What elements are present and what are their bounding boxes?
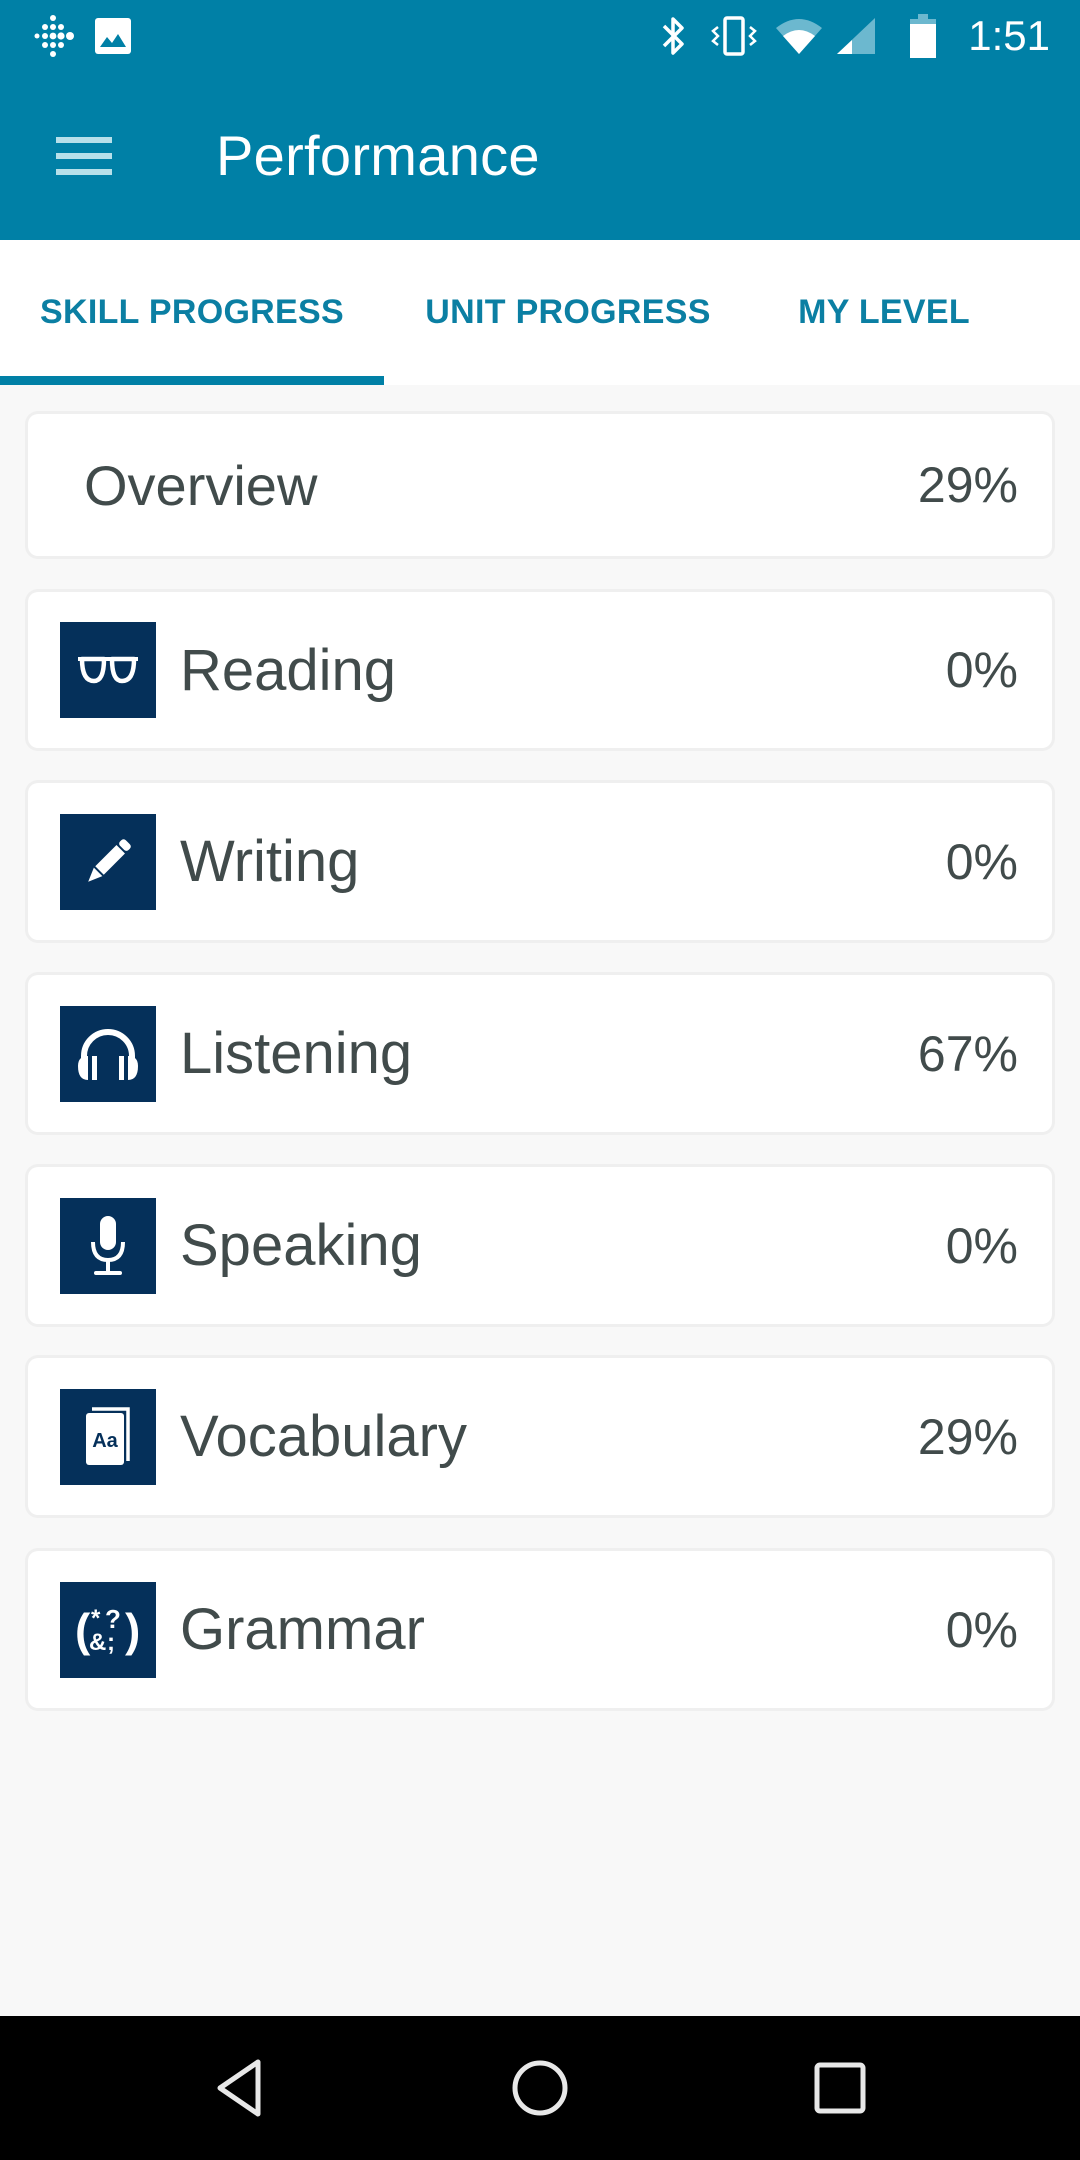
skill-percent: 29%: [917, 1408, 1018, 1465]
skill-label: Grammar: [180, 1597, 425, 1662]
hamburger-menu-icon[interactable]: [28, 116, 140, 196]
bluetooth-icon: [656, 0, 692, 72]
page-title: Performance: [216, 124, 540, 187]
skill-label: Listening: [180, 1021, 413, 1086]
overview-card[interactable]: Overview 29%: [28, 414, 1052, 556]
svg-text:Aa: Aa: [92, 1430, 118, 1452]
skill-percent: 67%: [917, 1025, 1018, 1082]
microphone-icon: [60, 1197, 156, 1294]
tab-my-level[interactable]: MY LEVEL: [752, 240, 1016, 385]
skill-label: Reading: [180, 637, 397, 703]
skill-card-listening[interactable]: Listening 67%: [28, 975, 1052, 1132]
skill-card-grammar[interactable]: ( * ? & ; ) Grammar 0%: [28, 1551, 1052, 1708]
skill-label: Vocabulary: [180, 1404, 467, 1469]
overview-percent: 29%: [917, 457, 1018, 513]
headphones-icon: [60, 1005, 156, 1102]
wifi-icon: [774, 0, 824, 72]
selected-tab-indicator: [0, 376, 384, 385]
skill-card-writing[interactable]: Writing 0%: [28, 783, 1052, 940]
dictionary-book-icon: Aa: [60, 1388, 156, 1485]
skill-label: Writing: [180, 829, 360, 894]
cell-signal-icon: [836, 0, 878, 72]
system-nav-bar: [0, 2016, 1080, 2160]
overview-label: Overview: [84, 453, 318, 517]
grammar-symbols-icon: ( * ? & ; ): [60, 1581, 156, 1678]
skill-label: Speaking: [180, 1213, 422, 1278]
svg-text:*: *: [91, 1605, 101, 1632]
tab-skill-progress[interactable]: SKILL PROGRESS: [0, 240, 384, 385]
svg-text:&: &: [89, 1629, 106, 1656]
glasses-icon: [60, 622, 156, 718]
skill-percent: 0%: [945, 642, 1018, 698]
fitbit-icon: [28, 0, 82, 72]
home-icon[interactable]: [460, 2016, 620, 2160]
status-bar: 1:51: [0, 0, 1080, 72]
battery-icon: [908, 0, 938, 72]
vibrate-icon: [708, 0, 760, 72]
skill-percent: 0%: [945, 833, 1018, 890]
skill-card-reading[interactable]: Reading 0%: [28, 592, 1052, 748]
recents-icon[interactable]: [760, 2016, 920, 2160]
image-notification-icon: [92, 0, 134, 72]
status-time: 1:51: [968, 12, 1050, 59]
skill-card-speaking[interactable]: Speaking 0%: [28, 1167, 1052, 1324]
svg-text:;: ;: [107, 1629, 115, 1656]
skill-percent: 0%: [945, 1601, 1018, 1658]
tab-unit-progress[interactable]: UNIT PROGRESS: [384, 240, 752, 385]
app-bar: Performance: [0, 72, 1080, 240]
tab-bar: SKILL PROGRESS UNIT PROGRESS MY LEVEL: [0, 240, 1080, 385]
svg-text:): ): [125, 1604, 140, 1656]
skill-card-vocabulary[interactable]: Aa Vocabulary 29%: [28, 1358, 1052, 1515]
skill-percent: 0%: [945, 1217, 1018, 1274]
pencil-icon: [60, 813, 156, 910]
back-icon[interactable]: [160, 2016, 320, 2160]
